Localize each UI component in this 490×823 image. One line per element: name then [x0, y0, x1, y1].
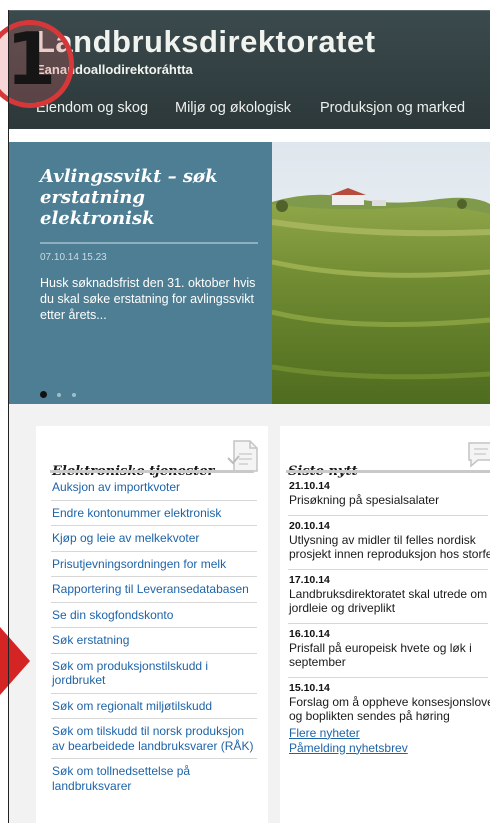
hero-carousel[interactable]: Avlingssvikt – søk erstatning elektronis…	[8, 142, 490, 404]
speech-bubble-icon	[468, 442, 490, 468]
hero-date: 07.10.14 15.23	[40, 252, 107, 263]
news-text[interactable]: Forslag om å oppheve konsesjonsloven og …	[289, 695, 490, 724]
carousel-dot-1[interactable]	[40, 391, 47, 399]
main-nav: Eiendom og skog Miljø og økologisk Produ…	[8, 88, 490, 128]
news-text[interactable]: Utlysning av midler til felles nordisk p…	[289, 533, 490, 562]
news-item[interactable]: 21.10.14 Prisøkning på spesialsalater	[288, 476, 488, 516]
service-link-produksjonstilskudd[interactable]: Søk om produksjonstilskudd i jordbruket	[51, 654, 257, 694]
service-link-prisutjevning-melk[interactable]: Prisutjevningsordningen for melk	[51, 552, 257, 577]
left-border	[8, 10, 9, 823]
step-number: 1	[6, 17, 57, 101]
page: Landbruksdirektoratet Eanandoallodirekto…	[0, 0, 490, 823]
service-link-sok-erstatning[interactable]: Søk erstatning	[51, 628, 257, 654]
news-date: 21.10.14	[289, 480, 330, 492]
service-link-endre-kontonummer[interactable]: Endre kontonummer elektronisk	[51, 501, 257, 526]
nav-item-miljo-og-okologisk[interactable]: Miljø og økologisk	[175, 100, 291, 116]
service-link-regionalt-miljotilskudd[interactable]: Søk om regionalt miljøtilskudd	[51, 694, 257, 719]
news-date: 20.10.14	[289, 519, 330, 532]
more-news-link[interactable]: Flere nyheter	[288, 726, 488, 741]
hero-panel: Avlingssvikt – søk erstatning elektronis…	[8, 142, 272, 404]
service-link-auksjon-importkvoter[interactable]: Auksjon av importkvoter	[51, 475, 257, 501]
services-title-rule	[50, 470, 254, 473]
hero-title[interactable]: Avlingssvikt – søk erstatning elektronis…	[40, 166, 260, 229]
news-list: 21.10.14 Prisøkning på spesialsalater 20…	[288, 476, 490, 756]
latest-news-panel: Siste nytt 21.10.14 Prisøkning på spesia…	[280, 426, 490, 823]
service-link-skogfondskonto[interactable]: Se din skogfondskonto	[51, 603, 257, 628]
service-link-melkekvoter[interactable]: Kjøp og leie av melkekvoter	[51, 526, 257, 552]
service-link-rak-tilskudd[interactable]: Søk om tilskudd til norsk produksjon av …	[51, 719, 257, 759]
site-title[interactable]: Landbruksdirektoratet	[36, 24, 376, 60]
nav-item-produksjon-og-marked[interactable]: Produksjon og marked	[320, 100, 465, 116]
carousel-dot-2[interactable]	[57, 392, 62, 397]
news-text[interactable]: Prisøkning på spesialsalater	[289, 493, 488, 508]
news-date: 16.10.14	[289, 627, 330, 640]
service-link-tollnedsettelse[interactable]: Søk om tollnedsettelse på landbruksvarer	[51, 759, 257, 798]
hero-field-image	[272, 142, 490, 404]
news-item[interactable]: 17.10.14 Landbruksdirektoratet skal utre…	[288, 570, 488, 624]
carousel-dots	[40, 386, 82, 404]
news-item[interactable]: 15.10.14 Forslag om å oppheve konsesjons…	[288, 678, 490, 726]
carousel-dot-3[interactable]	[71, 392, 76, 397]
news-item[interactable]: 16.10.14 Prisfall på europeisk hvete og …	[288, 624, 488, 678]
hero-text: Husk søknadsfrist den 31. oktober hvis d…	[40, 276, 256, 322]
document-icon	[227, 440, 258, 472]
news-item[interactable]: 20.10.14 Utlysning av midler til felles …	[288, 516, 490, 570]
nav-item-eiendom-og-skog[interactable]: Eiendom og skog	[36, 100, 148, 116]
electronic-services-panel: Elektroniske tjenester Auksjon av import…	[36, 426, 268, 823]
service-link-leveransedatabasen[interactable]: Rapportering til Leveransedatabasen	[51, 577, 257, 603]
news-title-rule	[286, 470, 490, 473]
services-list: Auksjon av importkvoter Endre kontonumme…	[51, 475, 257, 798]
newsletter-signup-link[interactable]: Påmelding nyhetsbrev	[288, 741, 488, 756]
hero-divider	[40, 242, 258, 244]
news-text[interactable]: Prisfall på europeisk hvete og løk i sep…	[289, 641, 479, 670]
news-date: 17.10.14	[289, 573, 330, 586]
news-text[interactable]: Landbruksdirektoratet skal utrede om jor…	[289, 587, 490, 616]
news-date: 15.10.14	[289, 681, 330, 694]
annotation-arrow	[0, 627, 30, 695]
